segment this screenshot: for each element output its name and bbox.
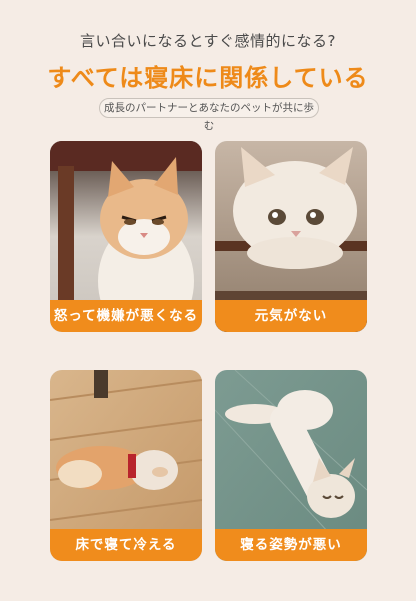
subtitle: 言い合いになるとすぐ感情的になる? — [79, 32, 336, 50]
card-label: 床で寝て冷える — [50, 529, 202, 561]
card-label: 怒って機嫌が悪くなる — [50, 300, 202, 332]
card-label: 元気がない — [215, 300, 367, 332]
card-tired-cat: 元気がない — [215, 141, 367, 332]
card-label: 寝る姿勢が悪い — [215, 529, 367, 561]
card-cat-posture: 寝る姿勢が悪い — [215, 370, 367, 561]
card-cat-floor: 床で寝て冷える — [50, 370, 202, 561]
card-angry-cat: 怒って機嫌が悪くなる — [50, 141, 202, 332]
tagline-badge: 成長のパートナーとあなたのペットが共に歩む — [99, 98, 319, 132]
headline: すべては寝床に関係している — [47, 64, 369, 92]
